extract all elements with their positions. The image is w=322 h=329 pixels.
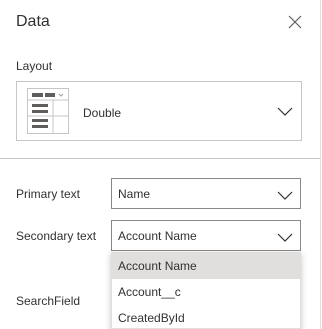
dropdown-option[interactable]: CreatedById (112, 305, 300, 328)
data-panel: Data Layout Double Primary text Name Sec… (0, 0, 321, 329)
dropdown-option[interactable]: Account Name (112, 253, 300, 279)
layout-dropdown[interactable]: Double (16, 81, 302, 141)
secondary-text-label: Secondary text (16, 229, 97, 243)
primary-text-label: Primary text (16, 187, 81, 201)
chevron-down-icon (277, 104, 293, 122)
close-icon[interactable] (287, 14, 303, 30)
secondary-text-value: Account Name (118, 229, 197, 243)
chevron-down-icon (277, 188, 293, 206)
panel-title: Data (16, 13, 50, 30)
layout-value: Double (83, 106, 122, 120)
chevron-down-icon (277, 230, 293, 248)
layout-thumbnail-icon (27, 88, 69, 134)
searchfield-label: SearchField (16, 294, 81, 308)
dropdown-option[interactable]: Account__c (112, 279, 300, 305)
section-divider (0, 158, 320, 159)
layout-label: Layout (16, 59, 53, 73)
primary-text-dropdown[interactable]: Name (111, 178, 301, 209)
field-options-dropdown: Account Name Account__c CreatedById (111, 252, 301, 329)
primary-text-value: Name (118, 187, 151, 201)
secondary-text-dropdown[interactable]: Account Name (111, 220, 301, 251)
